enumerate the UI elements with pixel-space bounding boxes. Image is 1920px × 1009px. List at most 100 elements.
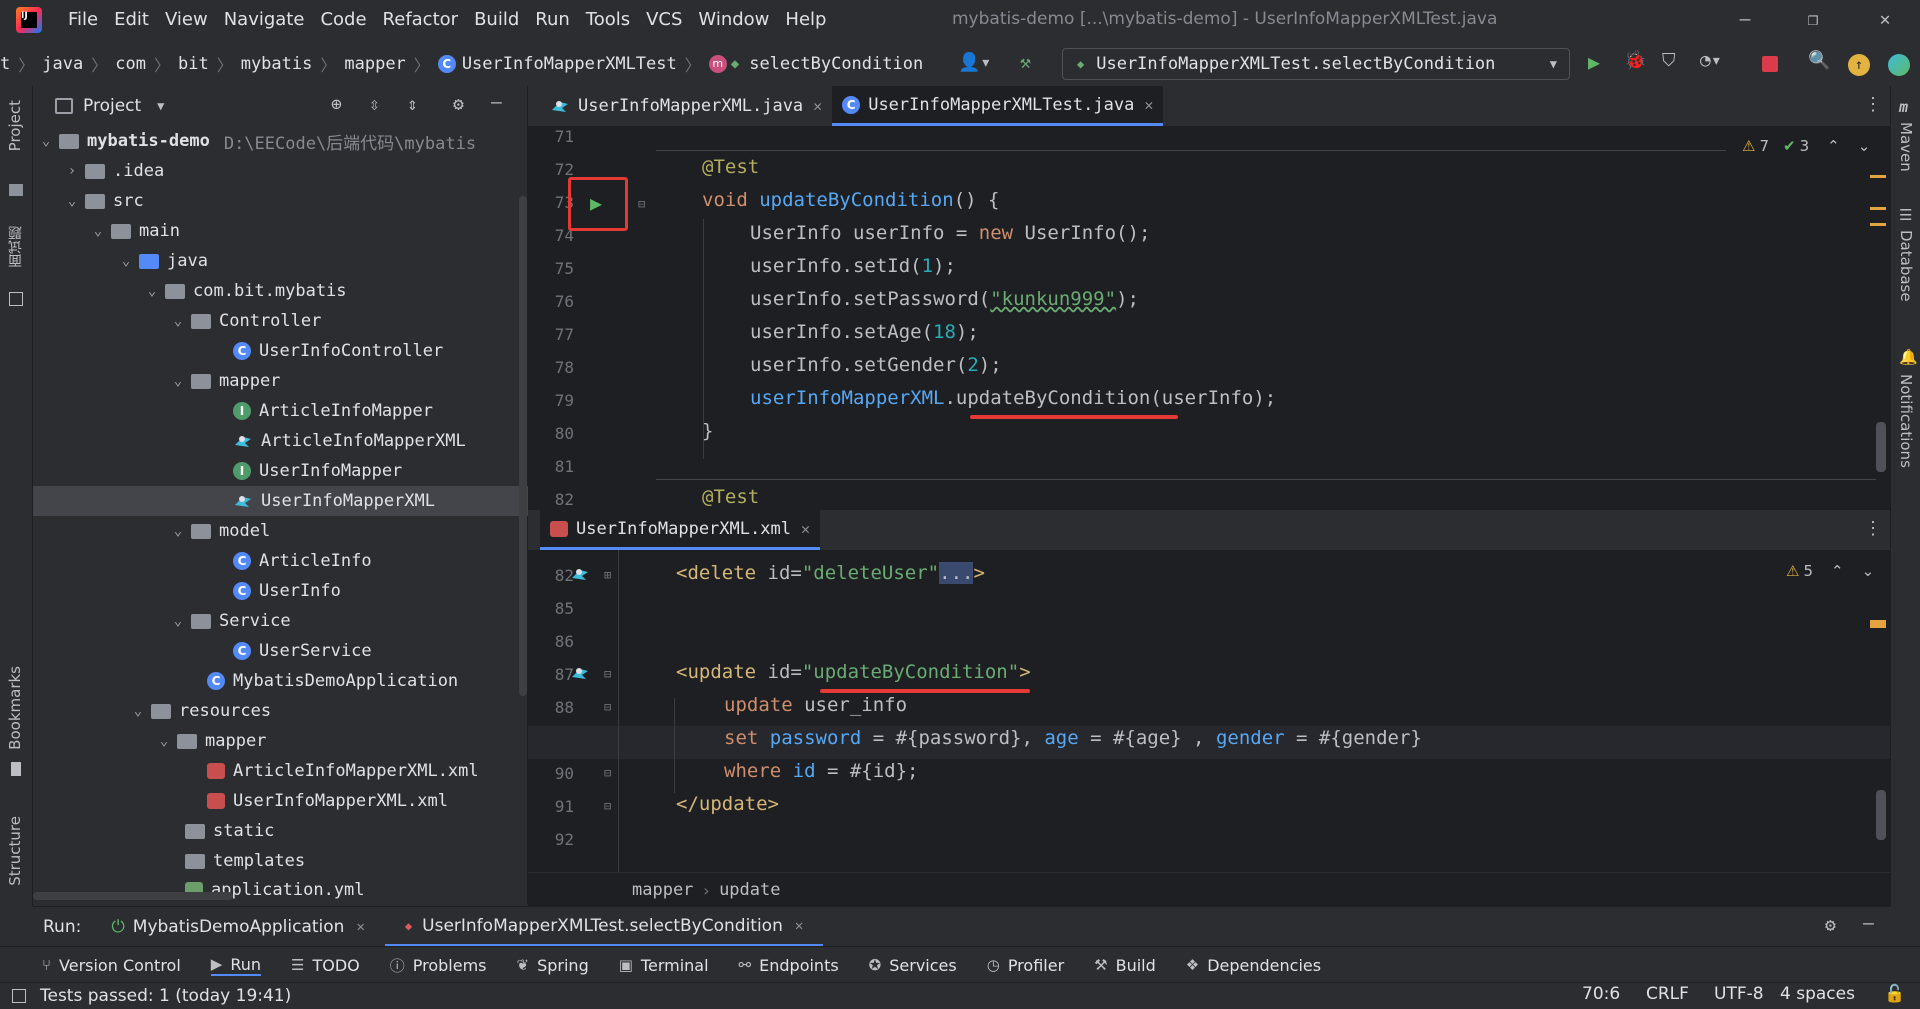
stop-icon[interactable]	[1762, 56, 1778, 72]
inspection-widget[interactable]: ⚠ 5 ⌃ ⌄	[1786, 562, 1874, 580]
restore-icon[interactable]: ❐	[1790, 6, 1836, 34]
debug-icon[interactable]: 🐞	[1624, 50, 1646, 71]
tool-version-control[interactable]: ⑂ Version Control	[42, 956, 181, 975]
close-tab-icon[interactable]: ✕	[801, 520, 810, 538]
hide-panel-icon[interactable]: —	[491, 92, 502, 113]
user-icon[interactable]: 👤▾	[958, 52, 991, 73]
tool-profiler[interactable]: ◷ Profiler	[987, 956, 1064, 975]
profile-icon[interactable]: ◔▾	[1700, 50, 1722, 71]
project-scrollbar[interactable]	[519, 196, 527, 696]
caret-position[interactable]: 70:6	[1582, 984, 1620, 1004]
structure-tool-button[interactable]: Structure	[6, 816, 24, 886]
editor-scrollbar[interactable]	[1876, 790, 1886, 840]
crumb-java[interactable]: java	[42, 54, 83, 74]
crumb-bit[interactable]: bit	[178, 54, 209, 74]
file-encoding[interactable]: UTF-8	[1714, 984, 1764, 1004]
crumb-mapper-tag[interactable]: mapper	[632, 880, 693, 900]
crumb-com[interactable]: com	[115, 54, 146, 74]
expand-all-icon[interactable]: ⇳	[369, 94, 380, 115]
search-icon[interactable]: 🔍	[1808, 50, 1830, 71]
menu-run[interactable]: Run	[535, 9, 570, 30]
maven-tool-button[interactable]: Maven	[1897, 122, 1915, 172]
run-icon[interactable]: ▶	[1588, 50, 1600, 74]
menu-vcs[interactable]: VCS	[646, 9, 682, 30]
status-message[interactable]: Tests passed: 1 (today 19:41)	[40, 986, 291, 1006]
tool-dependencies[interactable]: ❖ Dependencies	[1186, 956, 1321, 975]
run-test-gutter-icon[interactable]: ▶	[590, 191, 602, 215]
crumb-mapper[interactable]: mapper	[344, 54, 405, 74]
chevron-up-icon[interactable]: ⌃	[1831, 562, 1844, 580]
coverage-icon[interactable]: ⛉	[1662, 50, 1676, 71]
interview-tool-button[interactable]: 面试题	[6, 226, 26, 268]
tab-userinfomapperxml-java[interactable]: UserInfoMapperXML.java ✕	[540, 86, 832, 126]
menu-navigate[interactable]: Navigate	[224, 9, 305, 30]
project-tool-button[interactable]: Project	[6, 100, 24, 151]
bottom-code-editor[interactable]: 82 85 86 87 88 89 90 91 92 ⊞ ⊟ ⊟ ⊟ ⊟ <de…	[528, 550, 1890, 872]
hide-panel-icon[interactable]: —	[1863, 913, 1874, 934]
run-tab-test[interactable]: ◆ UserInfoMapperXMLTest.selectByConditio…	[384, 907, 824, 947]
database-tool-button[interactable]: Database	[1897, 230, 1915, 302]
indent-setting[interactable]: 4 spaces	[1780, 984, 1855, 1004]
mybatis-bird-icon[interactable]	[570, 665, 590, 681]
lock-icon[interactable]: 🔓	[1884, 984, 1905, 1004]
menu-refactor[interactable]: Refactor	[383, 9, 459, 30]
project-panel-title[interactable]: Project	[83, 96, 141, 116]
run-configuration-select[interactable]: ◆ UserInfoMapperXMLTest.selectByConditio…	[1062, 48, 1570, 80]
fold-icon[interactable]: ⊞	[604, 568, 611, 582]
close-tab-icon[interactable]: ✕	[795, 918, 803, 934]
tool-services[interactable]: ✪ Services	[869, 956, 957, 975]
menu-file[interactable]: File	[68, 9, 98, 30]
minimize-icon[interactable]: —	[1722, 6, 1768, 34]
tool-endpoints[interactable]: ⚯ Endpoints	[739, 956, 839, 975]
chevron-down-icon[interactable]: ⌄	[1862, 562, 1875, 580]
tree-item-src[interactable]: ⌄ src	[33, 186, 557, 216]
fold-icon[interactable]: ⊟	[638, 197, 645, 211]
bookmarks-tool-button[interactable]: Bookmarks	[6, 666, 24, 750]
build-hammer-icon[interactable]: ⚒	[1020, 52, 1031, 73]
gear-icon[interactable]: ⚙	[1825, 915, 1836, 936]
mybatis-bird-icon[interactable]	[570, 566, 590, 582]
menu-code[interactable]: Code	[320, 9, 366, 30]
line-separator[interactable]: CRLF	[1646, 984, 1689, 1004]
tree-item-main[interactable]: ⌄ main	[33, 216, 583, 246]
crumb-update-tag[interactable]: update	[719, 880, 780, 900]
more-options-icon[interactable]: ⋮	[1864, 94, 1882, 115]
fold-icon[interactable]: ⊟	[604, 766, 611, 780]
menu-help[interactable]: Help	[785, 9, 826, 30]
more-options-icon[interactable]: ⋮	[1864, 518, 1882, 539]
tab-userinfomapperxml-xml[interactable]: UserInfoMapperXML.xml ✕	[540, 510, 820, 550]
toggle-tool-windows-icon[interactable]	[12, 989, 26, 1003]
fold-icon[interactable]: ⊟	[604, 799, 611, 813]
inspection-widget[interactable]: ⚠ 7 ✔ 3 ⌃ ⌄	[1742, 137, 1870, 155]
top-code-editor[interactable]: 71 72 73 74 75 76 77 78 79 80 81 82 ▶ ⊟ …	[528, 127, 1890, 509]
update-icon[interactable]: ↑	[1848, 54, 1870, 76]
fold-icon[interactable]: ⊟	[604, 700, 611, 714]
menu-window[interactable]: Window	[698, 9, 769, 30]
chevron-down-icon[interactable]: ⌄	[1858, 137, 1871, 155]
editor-scrollbar[interactable]	[1876, 422, 1886, 472]
crumb-method[interactable]: selectByCondition	[749, 54, 923, 74]
tool-problems[interactable]: ⓘ Problems	[390, 955, 487, 976]
tool-spring[interactable]: ❦ Spring	[517, 956, 589, 975]
tool-build[interactable]: ⚒ Build	[1094, 956, 1156, 975]
notifications-tool-button[interactable]: Notifications	[1897, 374, 1915, 468]
jetbrains-ai-icon[interactable]	[1888, 54, 1910, 76]
close-window-icon[interactable]: ✕	[1862, 6, 1908, 34]
tool-run[interactable]: ▶ Run	[210, 955, 262, 976]
close-tab-icon[interactable]: ✕	[813, 97, 822, 115]
chevron-down-icon[interactable]: ▼	[157, 99, 164, 113]
collapse-all-icon[interactable]: ⇕	[407, 94, 418, 115]
tool-todo[interactable]: ☰ TODO	[291, 956, 360, 975]
tree-item-idea[interactable]: › .idea	[33, 156, 557, 186]
fold-icon[interactable]: ⊟	[604, 667, 611, 681]
close-tab-icon[interactable]: ✕	[356, 919, 364, 935]
run-tab-application[interactable]: ⏻ MybatisDemoApplication ✕	[111, 907, 365, 947]
crumb-root[interactable]: t	[0, 54, 10, 74]
project-h-scrollbar[interactable]	[33, 892, 233, 900]
close-tab-icon[interactable]: ✕	[1144, 96, 1153, 114]
menu-view[interactable]: View	[165, 9, 208, 30]
tab-userinfomapperxmltest-java[interactable]: C UserInfoMapperXMLTest.java ✕	[832, 86, 1164, 126]
chevron-up-icon[interactable]: ⌃	[1827, 137, 1840, 155]
locate-icon[interactable]: ⊕	[331, 94, 342, 115]
tool-terminal[interactable]: ▣ Terminal	[619, 956, 709, 975]
